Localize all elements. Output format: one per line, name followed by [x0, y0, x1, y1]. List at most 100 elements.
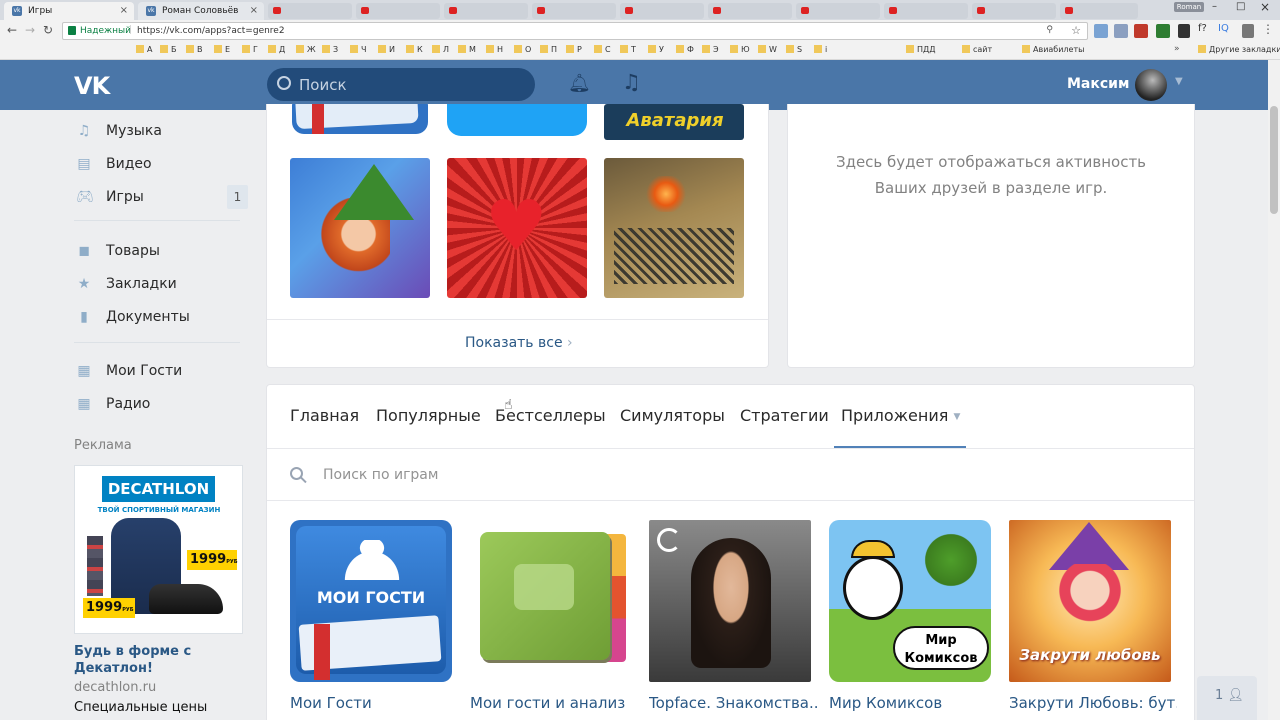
browser-tab-minimized[interactable]	[884, 3, 968, 19]
scrollbar[interactable]	[1268, 60, 1280, 720]
game-card-topface[interactable]	[649, 520, 811, 682]
bookmark-item[interactable]: Е	[214, 45, 230, 54]
game-card-comics[interactable]: Мир Комиксов	[829, 520, 991, 682]
game-title[interactable]: Мир Комиксов	[829, 694, 997, 712]
bookmark-item[interactable]: С	[594, 45, 611, 54]
extension-icon[interactable]	[1178, 24, 1190, 38]
browser-tab-minimized[interactable]	[796, 3, 880, 19]
sidebar-item-my-guests[interactable]: ▦ Мои Гости	[74, 354, 248, 387]
bookmark-item[interactable]: М	[458, 45, 476, 54]
browser-tab-minimized[interactable]	[972, 3, 1056, 19]
extension-icon[interactable]: IQ	[1218, 23, 1229, 34]
bookmark-item[interactable]: Г	[242, 45, 258, 54]
bookmark-item[interactable]: Ч	[350, 45, 366, 54]
bookmark-item[interactable]: Т	[620, 45, 636, 54]
bookmark-item[interactable]: О	[514, 45, 531, 54]
tab-main[interactable]: Главная	[290, 406, 359, 425]
url-field[interactable]: Надежный | https://vk.com/apps?act=genre…	[62, 22, 1088, 40]
extension-icon[interactable]	[1242, 24, 1254, 38]
other-bookmarks[interactable]: Другие закладки	[1198, 45, 1280, 54]
bookmark-item[interactable]: Ж	[296, 45, 316, 54]
extension-icon[interactable]: f?	[1198, 23, 1207, 34]
sidebar-item-video[interactable]: ▤ Видео	[74, 147, 248, 180]
bookmark-item[interactable]: У	[648, 45, 664, 54]
bookmark-item[interactable]: П	[540, 45, 557, 54]
close-icon[interactable]: ×	[250, 5, 258, 16]
bookmark-item[interactable]: Авиабилеты	[1022, 45, 1084, 54]
scrollbar-thumb[interactable]	[1270, 106, 1278, 214]
menu-dots-icon[interactable]: ⋮	[1262, 22, 1274, 36]
back-arrow-icon[interactable]: ←	[4, 22, 20, 38]
bookmark-item[interactable]: И	[378, 45, 395, 54]
ad-image[interactable]: DECATHLON ТВОЙ СПОРТИВНЫЙ МАГАЗИН 1999РУ…	[74, 465, 243, 634]
game-title[interactable]: Закрути Любовь: бут...	[1009, 694, 1177, 712]
profile-badge[interactable]: Roman	[1174, 2, 1204, 12]
game-card-guests-analysis[interactable]	[470, 520, 632, 682]
game-title[interactable]: Topface. Знакомства...	[649, 694, 817, 712]
game-card-love[interactable]: Закрути любовь	[1009, 520, 1171, 682]
show-all-link[interactable]: Показать все ›	[465, 335, 573, 351]
tab-strategies[interactable]: Стратегии	[740, 406, 829, 425]
bookmark-item[interactable]: Ф	[676, 45, 694, 54]
game-thumb-blue[interactable]	[447, 104, 587, 136]
sidebar-item-radio[interactable]: ▦ Радио	[74, 387, 248, 420]
bookmark-item[interactable]: Д	[268, 45, 285, 54]
more-bookmarks-icon[interactable]: »	[1174, 44, 1180, 54]
browser-tab-profile[interactable]: vk Роман Соловьёв ×	[138, 2, 264, 20]
bookmark-item[interactable]: Р	[566, 45, 582, 54]
reload-icon[interactable]: ↻	[40, 22, 56, 38]
tab-applications[interactable]: Приложения ▼	[841, 406, 960, 425]
bookmark-item[interactable]: К	[406, 45, 423, 54]
bookmark-item[interactable]: ПДД	[906, 45, 936, 54]
sidebar-item-music[interactable]: ♫ Музыка	[74, 114, 248, 147]
bookmark-item[interactable]: Л	[432, 45, 449, 54]
bookmark-item[interactable]: W	[758, 45, 777, 54]
bookmark-star-icon[interactable]: ☆	[1071, 24, 1081, 37]
bookmark-item[interactable]: i	[814, 45, 827, 54]
browser-tab-minimized[interactable]	[532, 3, 616, 19]
tab-popular[interactable]: Популярные	[376, 406, 481, 425]
bookmark-item[interactable]: сайт	[962, 45, 992, 54]
user-name[interactable]: Максим	[1067, 76, 1129, 92]
search-input[interactable]: Поиск	[267, 68, 535, 101]
extension-icon[interactable]	[1114, 24, 1128, 38]
bookmark-item[interactable]: Ю	[730, 45, 750, 54]
browser-tab-minimized[interactable]	[1060, 3, 1138, 19]
browser-tab-minimized[interactable]	[620, 3, 704, 19]
game-title[interactable]: Мои гости и анализ	[470, 694, 638, 712]
sidebar-item-documents[interactable]: ▮ Документы	[74, 300, 248, 333]
bookmark-item[interactable]: Б	[160, 45, 177, 54]
game-thumb-strategy[interactable]	[604, 158, 744, 298]
sidebar-item-goods[interactable]: ◼ Товары	[74, 234, 248, 267]
bookmark-item[interactable]: В	[186, 45, 203, 54]
forward-arrow-icon[interactable]: →	[22, 22, 38, 38]
bookmark-item[interactable]: S	[786, 45, 802, 54]
bookmark-item[interactable]: Э	[702, 45, 719, 54]
sidebar-item-games[interactable]: 🎮︎ Игры 1	[74, 180, 248, 213]
game-thumb-witch[interactable]	[290, 158, 430, 298]
browser-tab-minimized[interactable]	[268, 3, 352, 19]
chevron-down-icon[interactable]: ▼	[1175, 76, 1183, 87]
bell-icon[interactable]: 🔔︎	[568, 73, 591, 94]
bookmark-item[interactable]: Н	[486, 45, 503, 54]
window-close-icon[interactable]: ×	[1260, 0, 1270, 14]
game-thumb-avataria[interactable]: Аватария	[604, 104, 744, 140]
ad-title[interactable]: Будь в форме с Декатлон!	[74, 643, 194, 677]
vk-logo[interactable]: VK	[74, 72, 110, 100]
close-icon[interactable]: ×	[120, 5, 128, 16]
game-thumb-my-guests[interactable]	[290, 104, 430, 136]
tab-simulators[interactable]: Симуляторы	[620, 406, 725, 425]
maximize-icon[interactable]: □	[1236, 1, 1245, 12]
browser-tab-minimized[interactable]	[444, 3, 528, 19]
chat-counter-tab[interactable]: 1 👤︎	[1197, 676, 1257, 720]
minimize-icon[interactable]: –	[1212, 1, 1217, 12]
game-title[interactable]: Мои Гости	[290, 694, 458, 712]
extension-icon[interactable]	[1134, 24, 1148, 38]
browser-tab-minimized[interactable]	[708, 3, 792, 19]
bookmark-item[interactable]: А	[136, 45, 152, 54]
game-thumb-heart[interactable]: ♥	[447, 158, 587, 298]
extension-icon[interactable]	[1156, 24, 1170, 38]
games-search-input[interactable]: Поиск по играм	[323, 467, 438, 483]
avatar[interactable]	[1135, 69, 1167, 101]
ad-domain[interactable]: decathlon.ru	[74, 680, 156, 695]
